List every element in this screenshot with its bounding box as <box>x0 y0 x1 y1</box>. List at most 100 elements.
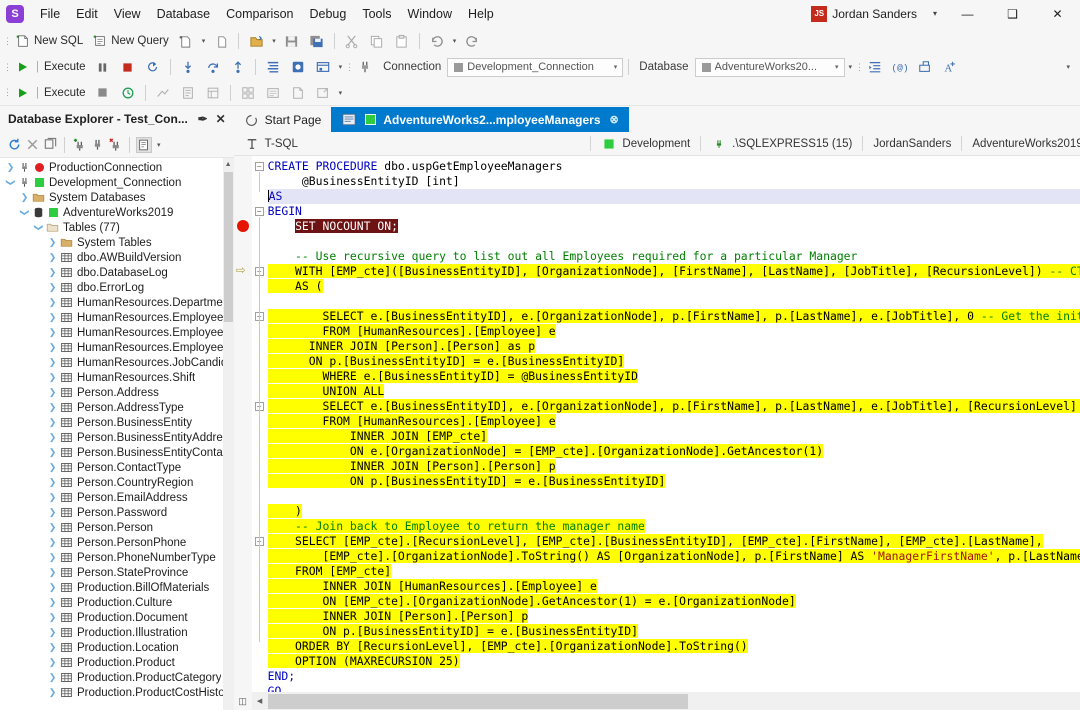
script-icon[interactable] <box>136 136 152 153</box>
editor-fold-margin[interactable]: −−−−−− <box>251 156 268 692</box>
tree-node[interactable]: ❯ dbo.ErrorLog <box>0 280 234 295</box>
user-menu-chevron-down-icon[interactable]: ▾ <box>925 9 945 18</box>
code-line[interactable]: UNION ALL <box>267 384 1080 399</box>
query-overflow-chevron-down-icon[interactable]: ▾ <box>336 89 346 97</box>
database-combo[interactable]: AdventureWorks20... ▾ <box>694 57 845 77</box>
hscroll-thumb[interactable] <box>267 693 688 709</box>
horizontal-split-handle[interactable]: ◫ <box>233 692 252 710</box>
actual-plan-button[interactable] <box>286 56 310 78</box>
font-size-button[interactable]: A <box>938 56 962 78</box>
add-connection-icon[interactable] <box>71 137 87 153</box>
database-chevron-down-icon[interactable]: ▾ <box>835 63 842 71</box>
connection-group-grip[interactable]: ⋮ <box>345 59 354 75</box>
chevron-right-icon[interactable]: ❯ <box>46 447 59 458</box>
chevron-right-icon[interactable]: ❯ <box>46 657 59 668</box>
code-line[interactable]: ) <box>267 504 1080 519</box>
tree-node[interactable]: ❯ ProductionConnection <box>0 160 234 175</box>
connection-indicator[interactable]: Development <box>591 136 700 152</box>
execute-query-button[interactable]: | Execute <box>11 82 90 104</box>
tree-node[interactable]: ❯ Production.ProductCategory <box>0 670 234 685</box>
tree-node[interactable]: ❯ Production.Culture <box>0 595 234 610</box>
code-line[interactable]: [EMP_cte].[OrganizationNode].ToString() … <box>267 549 1080 564</box>
tree-node[interactable]: ❯ Person.AddressType <box>0 400 234 415</box>
maximize-button[interactable]: ❑ <box>990 0 1035 28</box>
tree-node[interactable]: ❯ Person.BusinessEntityAddres <box>0 430 234 445</box>
paste-button[interactable] <box>390 30 414 52</box>
code-line[interactable]: AS <box>267 189 1080 204</box>
grid-results-button[interactable] <box>236 82 260 104</box>
client-stats-button[interactable] <box>311 56 335 78</box>
chevron-right-icon[interactable]: ❯ <box>46 477 59 488</box>
tree-node[interactable]: ❯ Production.Document <box>0 610 234 625</box>
code-line[interactable]: WITH [EMP_cte]([BusinessEntityID], [Orga… <box>267 264 1080 279</box>
tree-node[interactable]: ❯ Tables (77) <box>0 220 234 235</box>
chevron-right-icon[interactable]: ❯ <box>46 612 59 623</box>
code-line[interactable]: GO <box>268 684 1080 692</box>
tab-start-page[interactable]: Start Page <box>234 108 332 132</box>
tree-node[interactable]: ❯ Person.StateProvince <box>0 565 234 580</box>
code-editor[interactable]: ⇨ −−−−−− CREATE PROCEDURE dbo.uspGetEmpl… <box>233 156 1080 692</box>
tree-node[interactable]: ❯ Person.CountryRegion <box>0 475 234 490</box>
chevron-down-icon[interactable]: ❯ <box>33 221 44 234</box>
new-sql-button[interactable]: New SQL <box>11 30 87 52</box>
chevron-right-icon[interactable]: ❯ <box>4 162 17 173</box>
chevron-right-icon[interactable]: ❯ <box>46 237 59 248</box>
chevron-right-icon[interactable]: ❯ <box>46 402 59 413</box>
code-line[interactable]: INNER JOIN [Person].[Person] p <box>267 609 1080 624</box>
db-overflow-chevron-down-icon[interactable]: ▾ <box>846 63 856 71</box>
chevron-down-icon[interactable]: ❯ <box>19 206 30 219</box>
code-line[interactable]: ON p.[BusinessEntityID] = e.[BusinessEnt… <box>267 624 1080 639</box>
menu-view[interactable]: View <box>106 3 149 25</box>
editor-indicator-margin[interactable]: ⇨ <box>233 156 252 692</box>
menu-tools[interactable]: Tools <box>354 3 399 25</box>
indent-button[interactable] <box>863 56 887 78</box>
toolbar-grip[interactable]: ⋮ <box>3 33 12 49</box>
tab-sql-document[interactable]: AdventureWorks2...mployeeManagers ⊗ <box>331 107 629 132</box>
delete-icon[interactable] <box>24 137 40 153</box>
code-line[interactable]: FROM [HumanResources].[Employee] e <box>267 324 1080 339</box>
code-line[interactable]: FROM [HumanResources].[Employee] e <box>267 414 1080 429</box>
server-indicator[interactable]: .\SQLEXPRESS15 (15) <box>701 136 862 152</box>
tree-node[interactable]: ❯ Production.Illustration <box>0 625 234 640</box>
open-file-button[interactable] <box>244 30 268 52</box>
refresh-query-button[interactable] <box>116 82 140 104</box>
step-out-button[interactable] <box>226 56 250 78</box>
pause-button[interactable] <box>91 56 115 78</box>
tree-node[interactable]: ❯ HumanResources.JobCandida <box>0 355 234 370</box>
code-line[interactable]: SELECT e.[BusinessEntityID], e.[Organiza… <box>267 399 1080 414</box>
undo-chevron-down-icon[interactable]: ▾ <box>450 37 460 45</box>
chevron-right-icon[interactable]: ❯ <box>46 372 59 383</box>
code-line[interactable] <box>268 234 1080 249</box>
code-line[interactable]: AS ( <box>267 279 1080 294</box>
chevron-right-icon[interactable]: ❯ <box>46 267 59 278</box>
tree-node[interactable]: ❯ HumanResources.EmployeeP <box>0 340 234 355</box>
code-line[interactable]: FROM [EMP_cte] <box>267 564 1080 579</box>
tree-node[interactable]: ❯ System Tables <box>0 235 234 250</box>
disconnect-icon[interactable] <box>107 137 123 153</box>
code-line[interactable]: END; <box>268 669 1080 684</box>
chevron-right-icon[interactable]: ❯ <box>46 297 59 308</box>
connection-combo[interactable]: Development_Connection ▾ <box>447 57 624 77</box>
chevron-right-icon[interactable]: ❯ <box>46 252 59 263</box>
explorer-more-chevron-down-icon[interactable]: ▾ <box>154 141 164 149</box>
format-group-grip[interactable]: ⋮ <box>855 59 864 75</box>
chevron-right-icon[interactable]: ❯ <box>46 627 59 638</box>
breakpoint-icon[interactable] <box>236 220 249 232</box>
restart-button[interactable] <box>141 56 165 78</box>
query-toolbar-grip[interactable]: ⋮ <box>3 85 12 101</box>
chevron-right-icon[interactable]: ❯ <box>46 567 59 578</box>
code-line[interactable] <box>268 294 1080 309</box>
scroll-left-icon[interactable]: ◀ <box>252 697 268 705</box>
menu-comparison[interactable]: Comparison <box>218 3 301 25</box>
bookmark-arrow-icon[interactable]: ⇨ <box>236 263 246 277</box>
menu-window[interactable]: Window <box>400 3 460 25</box>
pin-icon[interactable]: ✒ <box>194 112 212 126</box>
code-line[interactable]: OPTION (MAXRECURSION 25) <box>267 654 1080 669</box>
open-window-button[interactable] <box>311 82 335 104</box>
tree-node[interactable]: ❯ Person.PersonPhone <box>0 535 234 550</box>
code-line[interactable]: INNER JOIN [HumanResources].[Employee] e <box>267 579 1080 594</box>
chevron-right-icon[interactable]: ❯ <box>46 432 59 443</box>
chevron-right-icon[interactable]: ❯ <box>46 597 59 608</box>
chevron-right-icon[interactable]: ❯ <box>46 312 59 323</box>
menu-help[interactable]: Help <box>460 3 502 25</box>
